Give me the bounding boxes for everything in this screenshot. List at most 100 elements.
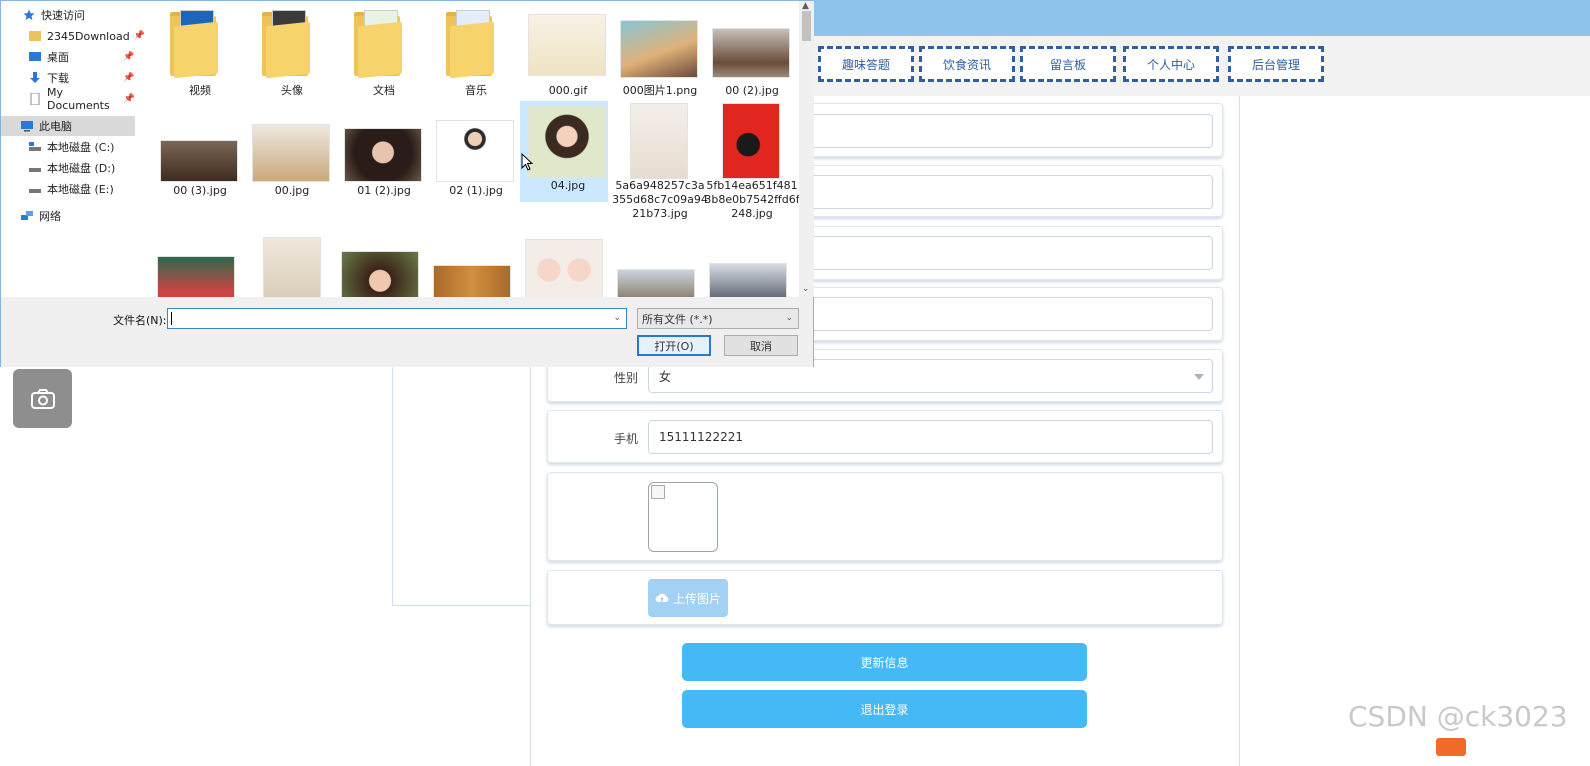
scroll-thumb[interactable] <box>802 11 811 41</box>
file-tile[interactable]: 00 (3).jpg <box>152 106 240 216</box>
woman-portrait-thumbnail <box>344 128 422 182</box>
certificate-thumbnail <box>528 14 606 76</box>
nav-2345download[interactable]: 2345Download 📌 <box>29 26 145 46</box>
file-tile[interactable]: 文档 <box>336 6 424 98</box>
file-tile[interactable]: 000.gif <box>520 6 608 98</box>
file-tile[interactable]: 00.jpg <box>244 106 332 216</box>
file-name: 01 (2).jpg <box>357 184 411 197</box>
nav-label: 本地磁盘 (D:) <box>47 162 116 175</box>
desktop-icon <box>29 52 41 61</box>
nav-label: 本地磁盘 (E:) <box>47 183 114 196</box>
pin-icon: 📌 <box>123 94 135 104</box>
mouse-cursor-icon <box>521 153 534 171</box>
file-tile[interactable]: 02 (1).jpg <box>428 106 516 216</box>
gender-label: 性别 <box>613 371 638 385</box>
nav-food-news[interactable]: 饮食资讯 <box>919 46 1015 82</box>
file-tile[interactable]: 01 (2).jpg <box>336 106 424 216</box>
file-name: 文档 <box>373 84 395 97</box>
file-name: 04.jpg <box>550 179 586 192</box>
camera-button[interactable] <box>13 369 72 428</box>
upload-label: 上传图片 <box>672 591 721 606</box>
girl-portrait-thumbnail <box>528 106 606 178</box>
file-tile[interactable]: 音乐 <box>428 6 516 98</box>
file-grid-scrollbar[interactable]: ▲ ⌄ <box>799 1 814 297</box>
file-name: 000图片1.png <box>622 84 698 97</box>
cancel-button[interactable]: 取消 <box>724 335 798 356</box>
file-tile[interactable]: 视频 <box>152 6 240 98</box>
drive-icon <box>29 142 41 151</box>
nav-label: 网络 <box>39 210 61 223</box>
building-photo-thumbnail[interactable] <box>617 269 695 297</box>
nav-admin[interactable]: 后台管理 <box>1228 46 1324 82</box>
file-tile[interactable]: 00 (2).jpg <box>704 6 792 98</box>
nav-label: My Documents <box>47 86 110 112</box>
file-name: 头像 <box>281 84 303 97</box>
drive-icon <box>29 189 41 193</box>
nav-this-pc[interactable]: 此电脑 <box>1 116 135 136</box>
chevron-up-icon[interactable]: ▲ <box>802 1 809 11</box>
camera-icon <box>30 388 55 409</box>
file-name: 00.jpg <box>274 184 310 197</box>
nav-network[interactable]: 网络 <box>21 206 131 226</box>
video-folder-icon <box>170 10 224 79</box>
landscape-thumbnail <box>620 20 698 78</box>
upload-image-button[interactable]: 上传图片 <box>648 579 728 617</box>
chevron-down-icon[interactable]: ⌄ <box>613 313 621 323</box>
campus-photo-thumbnail[interactable] <box>709 263 787 297</box>
file-name: 音乐 <box>465 84 487 97</box>
dialog-footer: 文件名(N): ⌄ 所有文件 (*.*) ⌄ 打开(O) 取消 <box>1 297 813 367</box>
book-cover-thumbnail <box>630 103 688 179</box>
nav-label: 下载 <box>47 72 69 85</box>
nav-personal-center[interactable]: 个人中心 <box>1123 46 1219 82</box>
filename-label: 文件名(N): <box>113 314 167 327</box>
file-name: 00 (3).jpg <box>173 184 227 197</box>
filename-input[interactable]: ⌄ <box>167 308 627 329</box>
dialog-nav-pane: 快速访问 2345Download 📌 桌面 📌 下载 📌 My Documents 📌… <box>1 1 145 297</box>
nav-quiz[interactable]: 趣味答题 <box>818 46 914 82</box>
folder-icon <box>29 31 41 41</box>
pin-icon: 📌 <box>123 52 135 62</box>
file-tile-selected[interactable]: 04.jpg <box>520 101 608 202</box>
nav-downloads[interactable]: 下载 📌 <box>29 68 135 88</box>
nav-label: 此电脑 <box>39 120 72 133</box>
babies-photo-thumbnail[interactable] <box>525 239 603 297</box>
csdn-logo <box>1436 738 1466 756</box>
nav-drive-d[interactable]: 本地磁盘 (D:) <box>29 158 135 178</box>
chevron-down-icon[interactable]: ⌄ <box>802 284 810 294</box>
logout-button[interactable]: 退出登录 <box>682 690 1087 728</box>
child-photo-thumbnail[interactable] <box>157 256 235 297</box>
book-thumbnail[interactable] <box>263 237 321 297</box>
upload-row: 上传图片 <box>547 570 1223 625</box>
avatar-row <box>547 472 1223 561</box>
nav-drive-c[interactable]: 本地磁盘 (C:) <box>29 137 135 157</box>
drive-icon <box>29 168 41 172</box>
file-grid: 视频 头像 文档 音乐 000.gif 000图片1.png 00 (2).jp… <box>141 1 799 297</box>
cloud-upload-icon <box>655 593 669 602</box>
chevron-down-icon <box>1194 374 1204 380</box>
wood-photo-thumbnail[interactable] <box>433 265 511 297</box>
nav-label: 桌面 <box>47 51 69 64</box>
shelf-room-thumbnail <box>252 124 330 182</box>
file-tile[interactable]: 5a6a948257c3a355d68c7c09a9421b73.jpg <box>612 101 708 231</box>
watermark: CSDN @ck3023 <box>1348 700 1568 733</box>
chevron-down-icon: ⌄ <box>785 313 793 323</box>
file-name: 02 (1).jpg <box>449 184 503 197</box>
nav-message-board[interactable]: 留言板 <box>1020 46 1116 82</box>
woman-photo-thumbnail[interactable] <box>341 251 419 297</box>
filetype-select[interactable]: 所有文件 (*.*) ⌄ <box>637 308 799 329</box>
red-book-thumbnail <box>722 103 780 179</box>
phone-input[interactable]: 15111122221 <box>648 420 1213 454</box>
nav-quick-access[interactable]: 快速访问 <box>23 5 133 25</box>
nav-desktop[interactable]: 桌面 📌 <box>29 47 135 67</box>
nav-my-documents[interactable]: My Documents 📌 <box>29 86 135 112</box>
nav-drive-e[interactable]: 本地磁盘 (E:) <box>29 179 135 199</box>
document-icon <box>30 93 40 105</box>
file-tile[interactable]: 5fb14ea651f4813b8e0b7542ffd6f248.jpg <box>704 101 799 231</box>
file-tile[interactable]: 头像 <box>244 6 332 98</box>
phone-row: 手机 15111122221 <box>547 410 1223 463</box>
text-caret <box>171 312 172 325</box>
update-info-button[interactable]: 更新信息 <box>682 643 1087 681</box>
pin-icon: 📌 <box>123 73 135 83</box>
open-button[interactable]: 打开(O) <box>637 335 711 356</box>
file-tile[interactable]: 000图片1.png <box>612 6 700 98</box>
